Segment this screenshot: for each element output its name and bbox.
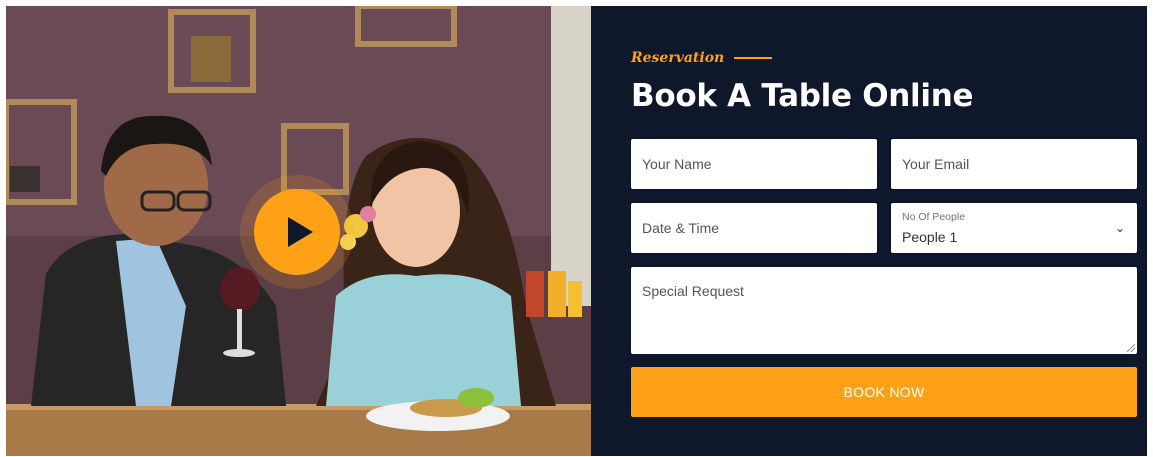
name-input[interactable] (631, 139, 877, 189)
video-panel (6, 6, 591, 456)
people-select-label: No Of People (902, 211, 966, 223)
people-select-value: People 1 (902, 229, 958, 245)
reservation-form-panel: Reservation Book A Table Online No Of Pe… (591, 6, 1147, 456)
special-request-field[interactable] (631, 267, 1137, 354)
play-icon (288, 217, 313, 247)
play-video-button[interactable] (254, 189, 340, 275)
name-field[interactable] (631, 139, 877, 189)
reservation-section: Reservation Book A Table Online No Of Pe… (6, 6, 1147, 456)
email-field[interactable] (891, 139, 1137, 189)
eyebrow-text: Reservation (631, 50, 725, 66)
book-now-button[interactable]: BOOK NOW (631, 367, 1137, 417)
email-input[interactable] (891, 139, 1137, 189)
datetime-field[interactable] (631, 203, 877, 253)
form-title: Book A Table Online (631, 78, 974, 114)
special-request-textarea[interactable] (631, 267, 1137, 354)
resize-handle-icon[interactable] (1127, 344, 1135, 352)
section-eyebrow: Reservation (631, 50, 773, 66)
people-select[interactable]: No Of People People 1 ⌄ (891, 203, 1137, 253)
chevron-down-icon: ⌄ (1114, 221, 1125, 235)
datetime-input[interactable] (631, 203, 877, 253)
eyebrow-divider (734, 57, 773, 59)
